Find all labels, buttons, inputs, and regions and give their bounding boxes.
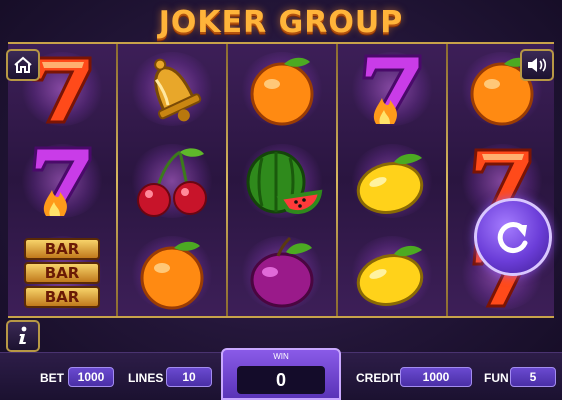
- lemon-icon: [356, 153, 424, 214]
- seven-purple-icon: [362, 54, 422, 124]
- fun-value: 5: [510, 367, 556, 387]
- win-value: 0: [237, 366, 325, 394]
- spin-arrow-icon: [497, 222, 528, 254]
- reel-2-cell-2: [118, 136, 226, 226]
- reel-4-cell-3: [338, 228, 446, 318]
- bet-label: BET: [40, 371, 64, 385]
- spin-button[interactable]: [474, 198, 552, 276]
- plum-icon: [250, 236, 314, 308]
- bar-plate: BAR: [24, 262, 100, 284]
- game-stage: JOKER GROUP BAR BAR BAR BET 1000 LINES 1…: [0, 0, 562, 400]
- reel-3-cell-2: [228, 136, 336, 226]
- reel-3: [228, 44, 336, 316]
- reel-1-cell-3: BAR BAR BAR: [8, 228, 116, 318]
- reel-3-cell-3: [228, 228, 336, 318]
- reel-4-cell-1: [338, 44, 446, 134]
- sound-button[interactable]: [520, 49, 554, 81]
- fun-label: FUN: [484, 371, 509, 385]
- reels-area: BAR BAR BAR: [8, 42, 554, 318]
- reel-4: [338, 44, 446, 316]
- reel-3-cell-1: [228, 44, 336, 134]
- lines-label: LINES: [128, 371, 164, 385]
- info-icon: [19, 326, 27, 344]
- home-icon: [14, 56, 32, 73]
- bell-icon: [154, 58, 202, 122]
- speaker-icon: [528, 58, 547, 72]
- info-button[interactable]: [6, 320, 40, 352]
- credit-value: 1000: [400, 367, 472, 387]
- lines-value[interactable]: 10: [166, 367, 212, 387]
- watermelon-icon: [246, 150, 323, 214]
- game-title: JOKER GROUP: [158, 5, 404, 40]
- orange-icon: [140, 241, 204, 310]
- reel-1-cell-2: [8, 136, 116, 226]
- reel-1: BAR BAR BAR: [8, 44, 116, 316]
- bar-plate: BAR: [24, 286, 100, 308]
- credit-label: CREDIT: [356, 371, 401, 385]
- orange-icon: [250, 57, 314, 126]
- cherries-icon: [137, 148, 207, 217]
- reel-4-cell-2: [338, 136, 446, 226]
- reel-2-cell-3: [118, 228, 226, 318]
- lemon-icon: [356, 245, 424, 306]
- bar-plate: BAR: [24, 238, 100, 260]
- reel-2-cell-1: [118, 44, 226, 134]
- seven-purple-icon: [32, 146, 92, 216]
- home-button[interactable]: [6, 49, 40, 81]
- win-panel: WIN 0: [221, 348, 341, 400]
- bet-value[interactable]: 1000: [68, 367, 114, 387]
- bar-stack-icon: BAR BAR BAR: [20, 234, 104, 312]
- reel-2: [118, 44, 226, 316]
- reel-5: [448, 44, 554, 316]
- win-label: WIN: [273, 352, 289, 361]
